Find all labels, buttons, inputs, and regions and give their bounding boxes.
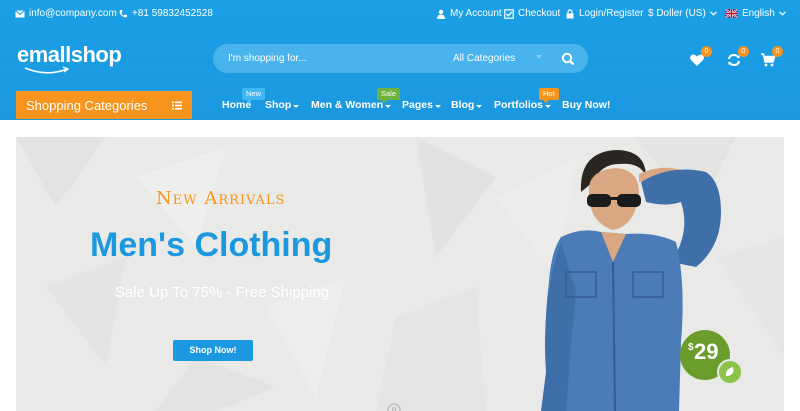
currency-selector[interactable]: $ Doller (US): [648, 8, 717, 19]
my-account-label: My Account: [450, 8, 502, 19]
chevron-down-icon: [709, 11, 717, 16]
phone-icon: [119, 9, 127, 17]
language-label: English: [742, 8, 775, 19]
caret-down-icon: [545, 104, 551, 108]
currency-label: $ Doller (US): [648, 8, 706, 19]
caret-down-icon: [476, 104, 483, 108]
phone-text: +81 59832452528: [132, 8, 213, 19]
nav-label: Blog: [451, 99, 475, 111]
nav-label: Shop: [265, 99, 292, 111]
chevron-down-icon: [778, 11, 786, 16]
hero-subtitle: New Arrivals: [156, 188, 286, 209]
hero-banner: New Arrivals Men's Clothing Sale Up To 7…: [16, 137, 784, 411]
nav-label: Buy Now!: [562, 99, 611, 111]
nav-item-men-women[interactable]: Men & Women: [311, 99, 392, 111]
checkout-link[interactable]: Checkout: [504, 8, 560, 19]
top-bar: info@company.com +81 59832452528 My Acco…: [0, 0, 800, 28]
user-icon: [437, 9, 445, 19]
shopping-categories-label: Shopping Categories: [26, 98, 148, 113]
hero-title: Men's Clothing: [90, 226, 333, 264]
nav-item-buy-now[interactable]: Buy Now!: [562, 99, 610, 111]
login-label: Login/Register: [579, 8, 644, 19]
caret-down-icon: [536, 55, 542, 59]
price-value: 29: [694, 339, 719, 364]
caret-down-icon: [293, 104, 300, 108]
leaf-badge: [717, 359, 743, 385]
nav-item-home[interactable]: Home: [222, 99, 251, 111]
caret-down-icon: [434, 104, 441, 108]
nav-item-blog[interactable]: Blog: [451, 99, 483, 111]
login-link[interactable]: Login/Register: [565, 8, 643, 19]
slider-pause-indicator-icon[interactable]: [387, 403, 401, 411]
envelope-icon: [15, 9, 25, 17]
search-bar: I'm shopping for... All Categories: [213, 44, 588, 73]
uk-flag-icon: [725, 9, 738, 18]
nav-label: Portfolios: [494, 99, 543, 111]
leaf-icon: [725, 367, 734, 376]
nav-item-shop[interactable]: Shop: [265, 99, 300, 111]
email-link[interactable]: info@company.com: [15, 8, 117, 19]
shop-now-button[interactable]: Shop Now!: [173, 340, 253, 361]
language-selector[interactable]: English: [725, 8, 786, 19]
shopping-categories-button[interactable]: Shopping Categories: [16, 91, 192, 119]
phone-link[interactable]: +81 59832452528: [118, 8, 213, 19]
nav-label: Home: [222, 99, 252, 111]
caret-down-icon: [385, 104, 392, 108]
wishlist-count-badge: 0: [701, 46, 712, 57]
email-text: info@company.com: [29, 8, 117, 19]
checkbox-icon: [504, 8, 514, 19]
nav-item-pages[interactable]: Pages: [402, 99, 441, 111]
compare-count-badge: 0: [738, 46, 749, 57]
logo-smile-arc: [24, 66, 70, 74]
cart-count-badge: 0: [772, 46, 783, 57]
nav-label: Men & Women: [311, 99, 384, 111]
price-currency: $: [688, 342, 694, 353]
search-input[interactable]: I'm shopping for...: [228, 53, 307, 64]
nav-item-portfolios[interactable]: Portfolios: [494, 99, 551, 111]
nav-label: Pages: [402, 99, 433, 111]
search-icon[interactable]: [561, 52, 575, 66]
lock-icon: [566, 8, 574, 18]
site-header: info@company.com +81 59832452528 My Acco…: [0, 0, 800, 120]
my-account-link[interactable]: My Account: [436, 8, 502, 19]
list-menu-icon: [172, 101, 182, 110]
category-select[interactable]: All Categories: [453, 53, 515, 64]
checkout-label: Checkout: [518, 8, 561, 19]
site-logo[interactable]: emallshop: [17, 42, 122, 68]
hero-promo-text: Sale Up To 75% - Free Shipping: [115, 284, 330, 301]
